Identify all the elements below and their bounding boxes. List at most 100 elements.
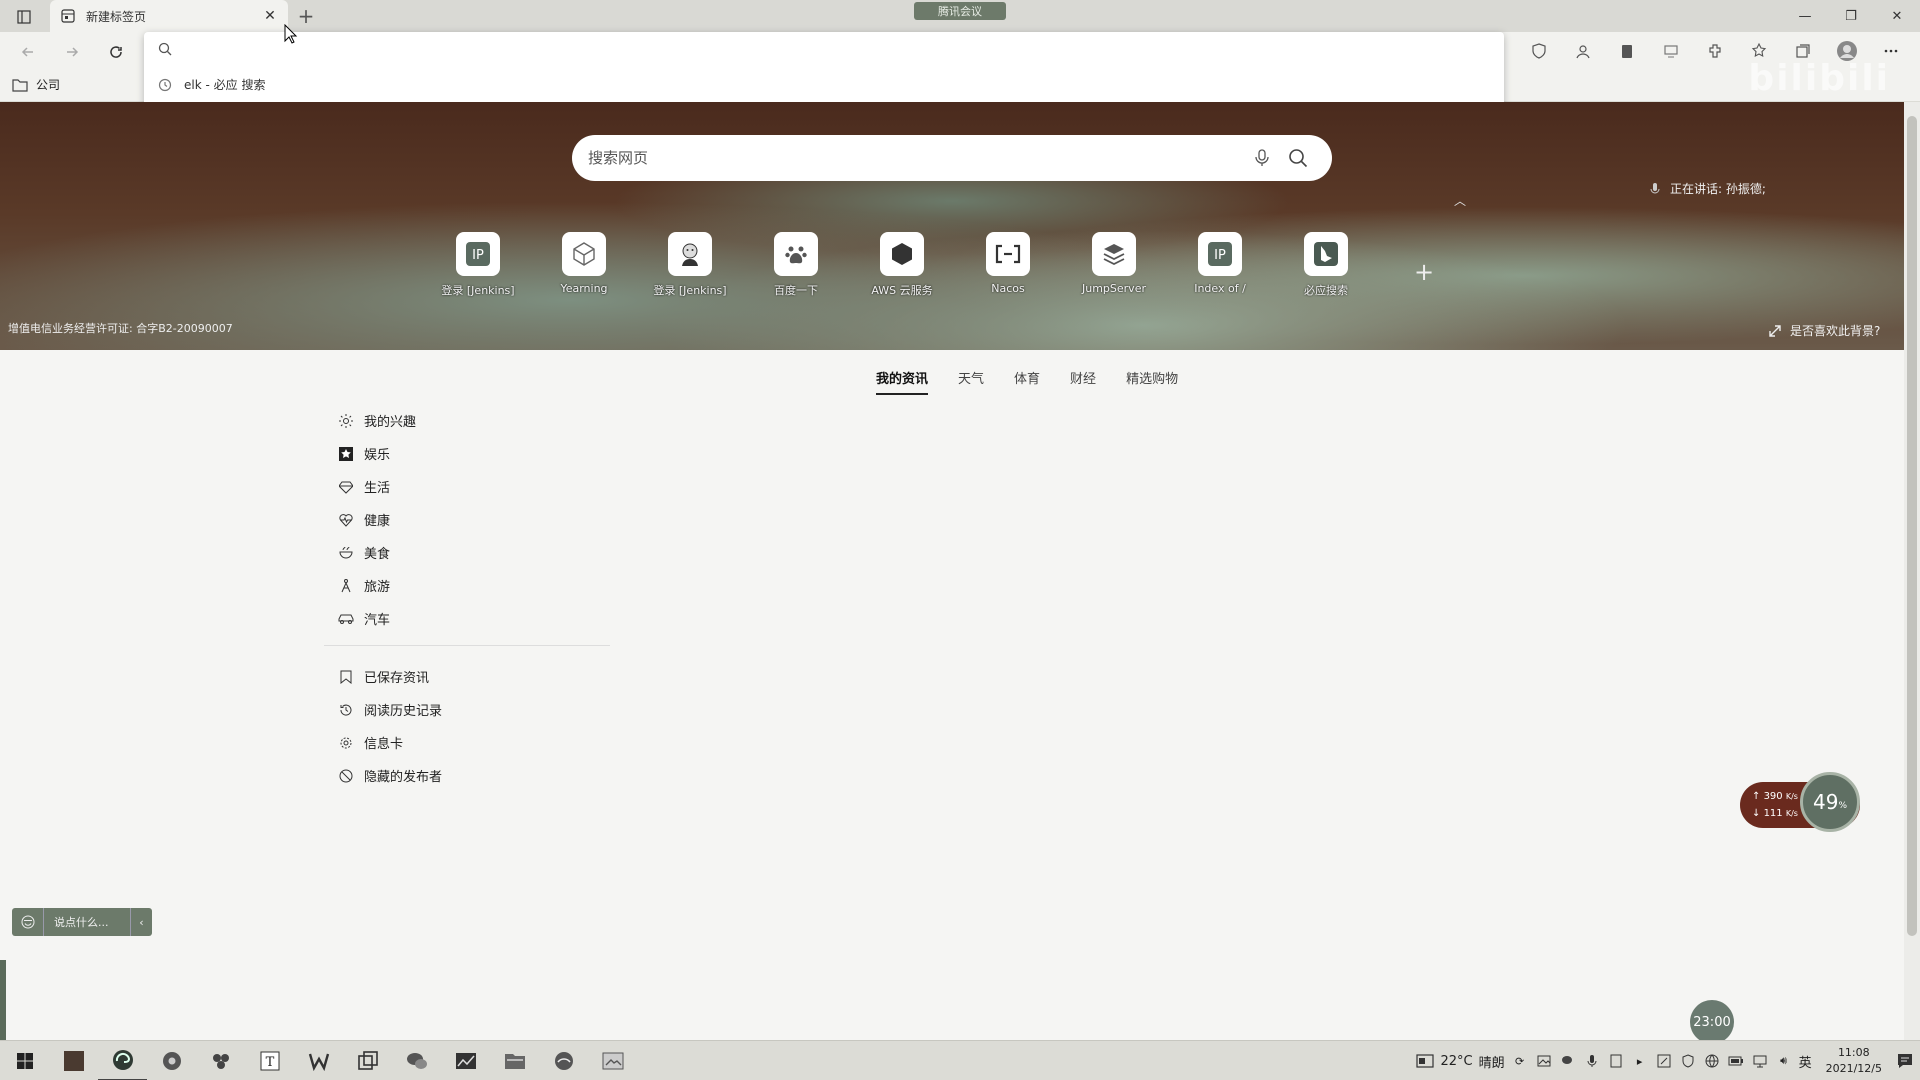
tray-document-icon[interactable] xyxy=(1607,1052,1625,1070)
tray-security-icon[interactable] xyxy=(1679,1052,1697,1070)
tray-photo-icon[interactable] xyxy=(1535,1052,1553,1070)
quick-link-tile[interactable]: Yearning xyxy=(542,232,626,298)
refresh-icon[interactable] xyxy=(102,38,130,66)
tray-globe-icon[interactable] xyxy=(1703,1052,1721,1070)
memory-gauge: 49% xyxy=(1800,772,1860,832)
tray-app-icon[interactable] xyxy=(1655,1052,1673,1070)
quick-link-tile[interactable]: Nacos xyxy=(966,232,1050,298)
tray-wechat-icon[interactable] xyxy=(1559,1052,1577,1070)
chat-placeholder[interactable]: 说点什么... xyxy=(44,914,130,930)
quick-link-tile[interactable]: AWS 云服务 xyxy=(860,232,944,298)
tab-new-tab[interactable]: 新建标签页 ✕ xyxy=(50,0,288,32)
quick-link-tile[interactable]: IP Index of / xyxy=(1178,232,1262,298)
web-search-box[interactable] xyxy=(572,135,1332,181)
tab-shopping[interactable]: 精选购物 xyxy=(1126,368,1178,395)
address-input-row[interactable] xyxy=(158,42,172,56)
weather-text[interactable]: 晴朗 xyxy=(1479,1052,1505,1071)
add-quick-link-button[interactable]: + xyxy=(1414,258,1434,286)
quick-link-tile[interactable]: 百度一下 xyxy=(754,232,838,298)
menu-item-history[interactable]: 阅读历史记录 xyxy=(338,693,606,726)
menu-item-health[interactable]: 健康 xyxy=(338,503,606,536)
app-people-icon[interactable] xyxy=(196,1041,245,1080)
taskbar-clock[interactable]: 11:08 2021/12/5 xyxy=(1826,1045,1882,1077)
quick-link-tile[interactable]: 必应搜索 xyxy=(1284,232,1368,298)
chevron-up-icon[interactable]: ︿ xyxy=(1454,192,1466,209)
menu-item-food[interactable]: 美食 xyxy=(338,536,606,569)
floating-timer[interactable]: 23:00 xyxy=(1690,1000,1734,1044)
layers-icon xyxy=(1092,232,1136,276)
quick-link-tile[interactable]: JumpServer xyxy=(1072,232,1156,298)
network-icon[interactable] xyxy=(1751,1052,1769,1070)
app-screenshot-icon[interactable] xyxy=(588,1041,637,1080)
chrome-icon[interactable] xyxy=(147,1041,196,1080)
menu-item-interests[interactable]: 我的兴趣 xyxy=(338,404,606,437)
temperature[interactable]: 22°C xyxy=(1440,1054,1472,1069)
quick-link-label: 必应搜索 xyxy=(1304,284,1348,297)
quick-link-tile[interactable]: 登录 [Jenkins] xyxy=(648,232,732,298)
restore-icon[interactable]: ❐ xyxy=(1828,0,1874,32)
shield-icon[interactable] xyxy=(1524,36,1554,66)
microphone-small-icon xyxy=(1650,182,1660,196)
weather-widget-icon[interactable] xyxy=(1416,1052,1435,1070)
window-switcher-icon[interactable] xyxy=(343,1041,392,1080)
emoji-icon[interactable] xyxy=(12,908,44,936)
app-dark-square-icon[interactable] xyxy=(49,1041,98,1080)
chat-input-pill[interactable]: 说点什么... ‹ xyxy=(12,908,152,936)
collapse-chat-button[interactable]: ‹ xyxy=(130,908,152,936)
menu-item-entertainment[interactable]: 娱乐 xyxy=(338,437,606,470)
menu-item-cars[interactable]: 汽车 xyxy=(338,602,606,635)
menu-item-life[interactable]: 生活 xyxy=(338,470,606,503)
menu-item-hidden-publishers[interactable]: 隐藏的发布者 xyxy=(338,759,606,792)
close-tab-icon[interactable]: ✕ xyxy=(262,8,278,24)
tab-my-feed[interactable]: 我的资讯 xyxy=(876,368,929,395)
close-window-icon[interactable]: ✕ xyxy=(1874,0,1920,32)
chart-app-icon[interactable] xyxy=(441,1041,490,1080)
menu-item-travel[interactable]: 旅游 xyxy=(338,569,606,602)
tab-finance[interactable]: 财经 xyxy=(1070,368,1096,395)
tab-sports[interactable]: 体育 xyxy=(1014,368,1040,395)
tray-microphone-icon[interactable] xyxy=(1583,1052,1601,1070)
like-background-button[interactable]: 是否喜欢此背景? xyxy=(1768,322,1880,339)
jenkins-icon xyxy=(668,232,712,276)
battery-icon[interactable] xyxy=(1727,1052,1745,1070)
ime-indicator[interactable]: 英 xyxy=(1799,1052,1812,1071)
history-icon xyxy=(158,78,172,92)
microphone-icon[interactable] xyxy=(1244,140,1280,176)
edge-browser-icon[interactable] xyxy=(98,1041,147,1080)
tray-arrow-icon[interactable]: ▸ xyxy=(1631,1052,1649,1070)
screen-cast-icon[interactable] xyxy=(1656,36,1686,66)
minimize-icon[interactable]: — xyxy=(1782,0,1828,32)
menu-item-info-cards[interactable]: 信息卡 xyxy=(338,726,606,759)
windows-start-icon[interactable] xyxy=(0,1041,49,1080)
menu-item-saved[interactable]: 已保存资讯 xyxy=(338,660,606,693)
vertical-scrollbar[interactable] xyxy=(1904,102,1920,1040)
notification-center-icon[interactable] xyxy=(1896,1052,1914,1070)
bookmark-folder-company[interactable]: 公司 xyxy=(12,76,60,93)
tab-actions-icon[interactable] xyxy=(10,6,38,28)
license-text[interactable]: 增值电信业务经营许可证: 合字B2-20090007 xyxy=(8,320,233,336)
meeting-speaking-indicator: 正在讲话: 孙振德; xyxy=(1650,180,1766,197)
sun-icon xyxy=(338,413,354,429)
clipboard-icon[interactable] xyxy=(1612,36,1642,66)
wps-icon[interactable] xyxy=(294,1041,343,1080)
web-search-input[interactable] xyxy=(588,149,1244,167)
search-submit-icon[interactable] xyxy=(1280,140,1316,176)
windows-taskbar: T 22°C 晴朗 ⟳ ▸ 🔊︎ 英 11:08 2021/12/5 xyxy=(0,1040,1920,1080)
network-speed-widget[interactable]: ↑ 390 K/s ↓ 111 K/s 49% xyxy=(1740,772,1860,832)
typora-icon[interactable]: T xyxy=(245,1041,294,1080)
back-arrow-icon[interactable] xyxy=(14,38,42,66)
sync-icon[interactable]: ⟳ xyxy=(1511,1052,1529,1070)
diamond-icon xyxy=(338,479,354,495)
profile-switch-icon[interactable] xyxy=(1568,36,1598,66)
wechat-icon[interactable] xyxy=(392,1041,441,1080)
scrollbar-thumb[interactable] xyxy=(1907,116,1917,936)
forward-arrow-icon[interactable] xyxy=(58,38,86,66)
suggestion-item[interactable]: elk - 必应 搜索 xyxy=(158,76,265,93)
extensions-icon[interactable] xyxy=(1700,36,1730,66)
quick-link-tile[interactable]: IP 登录 [Jenkins] xyxy=(436,232,520,298)
meeting-indicator[interactable]: 腾讯会议 xyxy=(914,2,1006,20)
file-explorer-icon[interactable] xyxy=(490,1041,539,1080)
app-bird-icon[interactable] xyxy=(539,1041,588,1080)
volume-icon[interactable]: 🔊︎ xyxy=(1775,1052,1793,1070)
tab-weather[interactable]: 天气 xyxy=(958,368,984,395)
